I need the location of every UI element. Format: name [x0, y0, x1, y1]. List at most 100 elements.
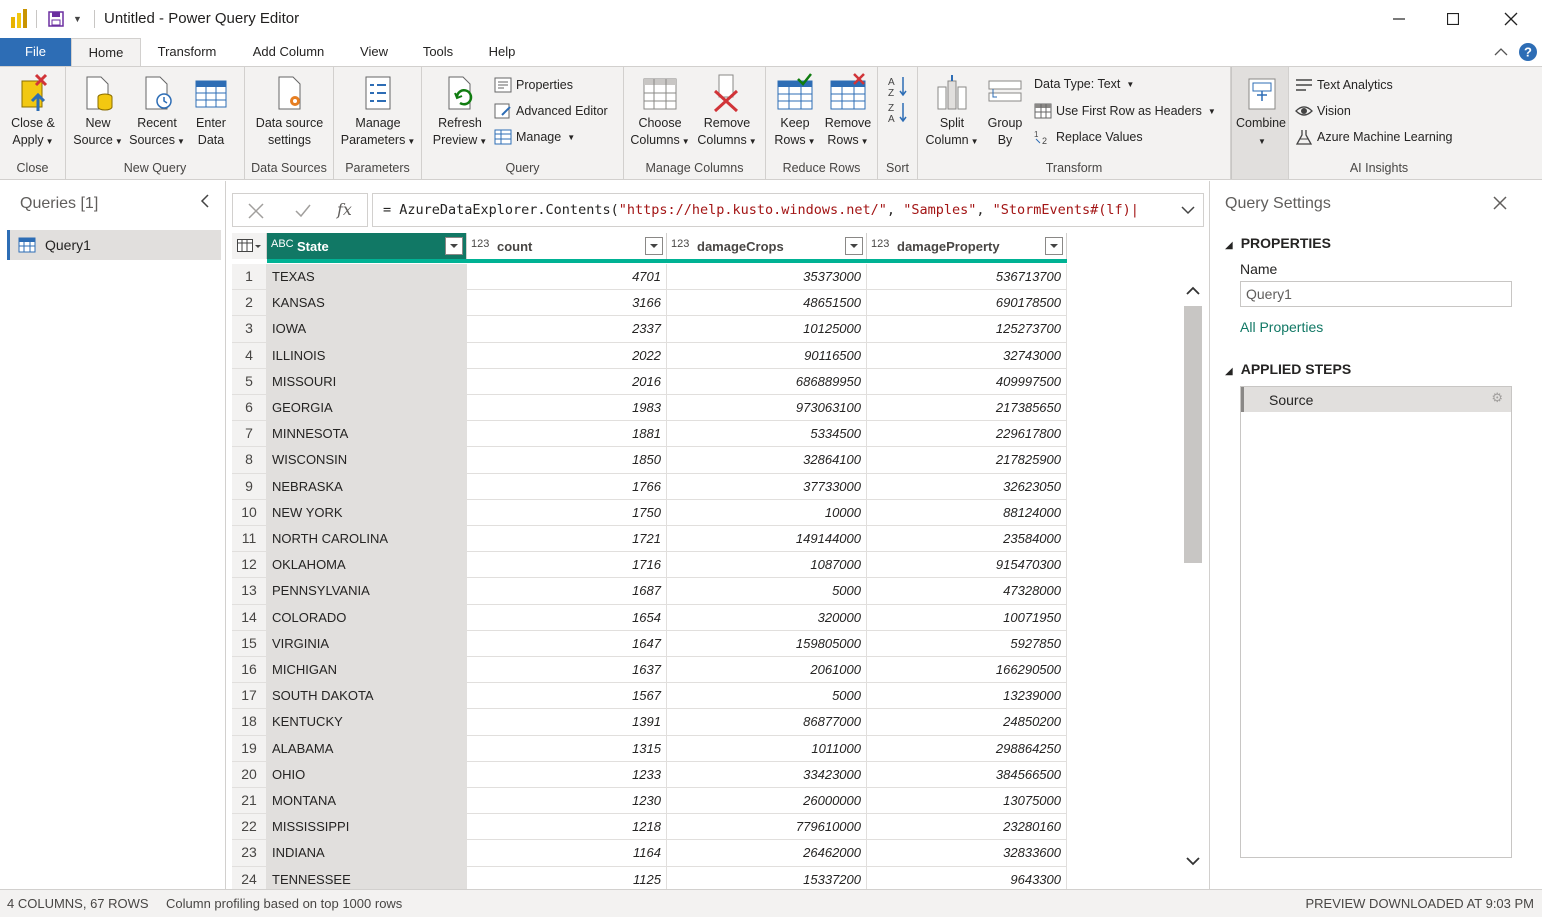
cell-state[interactable]: SOUTH DAKOTA: [267, 683, 467, 710]
cell-damage-crops[interactable]: 1011000: [667, 735, 867, 762]
tab-view[interactable]: View: [350, 38, 398, 66]
close-window-button[interactable]: [1484, 0, 1538, 38]
filter-dropdown-icon[interactable]: [845, 237, 863, 255]
tab-transform[interactable]: Transform: [146, 38, 228, 66]
cell-count[interactable]: 1567: [467, 683, 667, 710]
cell-state[interactable]: NEBRASKA: [267, 473, 467, 500]
cell-damage-property[interactable]: 217385650: [867, 395, 1067, 422]
row-number[interactable]: 23: [232, 840, 267, 867]
row-number[interactable]: 11: [232, 526, 267, 553]
all-properties-link[interactable]: All Properties: [1240, 319, 1323, 335]
advanced-editor-button[interactable]: Advanced Editor: [494, 103, 608, 119]
tab-add-column[interactable]: Add Column: [240, 38, 337, 66]
status-profiling[interactable]: Column profiling based on top 1000 rows: [166, 896, 402, 911]
cancel-icon[interactable]: [247, 202, 265, 220]
cell-damage-property[interactable]: 47328000: [867, 578, 1067, 605]
row-number[interactable]: 3: [232, 316, 267, 343]
enter-data-button[interactable]: Enter Data: [188, 73, 234, 149]
recent-sources-button[interactable]: Recent Sources ▼: [126, 73, 188, 150]
step-item[interactable]: Source ⚙: [1241, 387, 1511, 412]
cell-state[interactable]: ALABAMA: [267, 735, 467, 762]
collapse-pane-icon[interactable]: [200, 193, 210, 209]
filter-dropdown-icon[interactable]: [645, 237, 663, 255]
formula-input[interactable]: = AzureDataExplorer.Contents("https://he…: [372, 193, 1204, 227]
maximize-button[interactable]: [1426, 0, 1480, 38]
cell-count[interactable]: 1233: [467, 761, 667, 788]
quick-access-dropdown-icon[interactable]: ▼: [73, 14, 82, 24]
fx-icon[interactable]: fx: [337, 200, 352, 219]
cell-damage-crops[interactable]: 686889950: [667, 368, 867, 395]
cell-damage-property[interactable]: 88124000: [867, 499, 1067, 526]
query-name-input[interactable]: Query1: [1240, 281, 1512, 307]
cell-count[interactable]: 1766: [467, 473, 667, 500]
cell-damage-crops[interactable]: 5000: [667, 683, 867, 710]
cell-damage-crops[interactable]: 35373000: [667, 264, 867, 291]
collapse-ribbon-icon[interactable]: [1494, 47, 1508, 57]
gear-icon[interactable]: ⚙: [1491, 390, 1503, 406]
cell-damage-crops[interactable]: 32864100: [667, 447, 867, 474]
group-by-button[interactable]: Group By: [982, 73, 1028, 149]
scroll-down-icon[interactable]: [1186, 856, 1200, 866]
row-number[interactable]: 15: [232, 630, 267, 657]
cell-damage-crops[interactable]: 1087000: [667, 552, 867, 579]
cell-damage-property[interactable]: 690178500: [867, 290, 1067, 317]
cell-count[interactable]: 1687: [467, 578, 667, 605]
cell-damage-crops[interactable]: 86877000: [667, 709, 867, 736]
cell-count[interactable]: 1721: [467, 526, 667, 553]
manage-parameters-button[interactable]: Manage Parameters ▼: [338, 73, 418, 150]
cell-damage-crops[interactable]: 26462000: [667, 840, 867, 867]
choose-columns-button[interactable]: Choose Columns ▼: [628, 73, 692, 150]
cell-damage-crops[interactable]: 37733000: [667, 473, 867, 500]
cell-state[interactable]: VIRGINIA: [267, 630, 467, 657]
cell-count[interactable]: 1983: [467, 395, 667, 422]
cell-damage-property[interactable]: 915470300: [867, 552, 1067, 579]
cell-count[interactable]: 2016: [467, 368, 667, 395]
row-number[interactable]: 4: [232, 342, 267, 369]
cell-damage-property[interactable]: 32833600: [867, 840, 1067, 867]
cell-damage-crops[interactable]: 2061000: [667, 657, 867, 684]
cell-state[interactable]: MISSISSIPPI: [267, 814, 467, 841]
cell-count[interactable]: 1850: [467, 447, 667, 474]
cell-damage-property[interactable]: 217825900: [867, 447, 1067, 474]
cell-count[interactable]: 1125: [467, 866, 667, 889]
cell-count[interactable]: 1230: [467, 788, 667, 815]
scroll-up-icon[interactable]: [1186, 286, 1200, 296]
cell-damage-property[interactable]: 32743000: [867, 342, 1067, 369]
cell-damage-property[interactable]: 23584000: [867, 526, 1067, 553]
cell-state[interactable]: NORTH CAROLINA: [267, 526, 467, 553]
cell-damage-crops[interactable]: 159805000: [667, 630, 867, 657]
cell-damage-property[interactable]: 23280160: [867, 814, 1067, 841]
cell-count[interactable]: 4701: [467, 264, 667, 291]
tab-help[interactable]: Help: [478, 38, 526, 66]
cell-state[interactable]: OKLAHOMA: [267, 552, 467, 579]
cell-count[interactable]: 1637: [467, 657, 667, 684]
use-first-row-as-headers-button[interactable]: Use First Row as Headers ▼: [1034, 103, 1216, 119]
filter-dropdown-icon[interactable]: [445, 237, 463, 255]
minimize-button[interactable]: [1372, 0, 1426, 38]
cell-damage-property[interactable]: 298864250: [867, 735, 1067, 762]
cell-state[interactable]: COLORADO: [267, 604, 467, 631]
cell-damage-crops[interactable]: 10125000: [667, 316, 867, 343]
row-number[interactable]: 22: [232, 814, 267, 841]
cell-damage-property[interactable]: 32623050: [867, 473, 1067, 500]
column-header-damageproperty[interactable]: 123 damageProperty: [867, 233, 1067, 259]
cell-damage-property[interactable]: 24850200: [867, 709, 1067, 736]
cell-damage-property[interactable]: 166290500: [867, 657, 1067, 684]
table-menu-button[interactable]: [232, 233, 267, 259]
tab-tools[interactable]: Tools: [412, 38, 464, 66]
cell-count[interactable]: 1647: [467, 630, 667, 657]
scrollbar-thumb[interactable]: [1184, 306, 1202, 563]
cell-damage-crops[interactable]: 10000: [667, 499, 867, 526]
row-number[interactable]: 20: [232, 761, 267, 788]
cell-damage-crops[interactable]: 973063100: [667, 395, 867, 422]
save-icon[interactable]: [48, 11, 64, 27]
cell-damage-property[interactable]: 13239000: [867, 683, 1067, 710]
row-number[interactable]: 7: [232, 421, 267, 448]
refresh-preview-button[interactable]: Refresh Preview ▼: [428, 73, 492, 150]
replace-values-button[interactable]: 12 Replace Values: [1034, 129, 1143, 145]
cell-damage-crops[interactable]: 320000: [667, 604, 867, 631]
cell-state[interactable]: INDIANA: [267, 840, 467, 867]
azure-machine-learning-button[interactable]: Azure Machine Learning: [1295, 129, 1453, 145]
commit-icon[interactable]: [294, 202, 312, 220]
cell-state[interactable]: TENNESSEE: [267, 866, 467, 889]
